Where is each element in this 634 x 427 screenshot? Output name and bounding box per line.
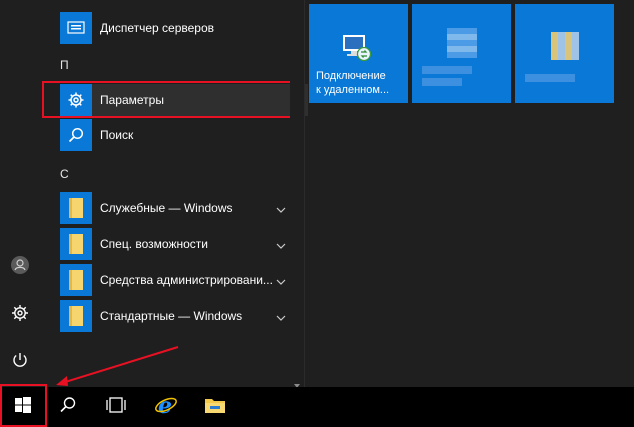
user-icon [10, 255, 30, 280]
file-explorer-button[interactable] [195, 387, 235, 427]
taskbar: e [0, 387, 634, 427]
task-view-icon [105, 396, 127, 418]
folder-icon [60, 264, 92, 296]
task-view-button[interactable] [96, 387, 136, 427]
blurred-app-icon [447, 28, 477, 58]
folder-icon [60, 192, 92, 224]
file-explorer-icon [204, 396, 226, 419]
tile-remote-desktop[interactable]: Подключение к удаленном... [309, 4, 408, 103]
tile-app-2[interactable] [412, 4, 511, 103]
app-label: Диспетчер серверов [100, 21, 215, 35]
app-label: Средства администрировани... [100, 273, 273, 287]
blurred-label [422, 66, 472, 74]
power-button[interactable] [0, 342, 40, 382]
svg-text:e: e [158, 393, 172, 417]
search-icon [59, 396, 77, 419]
chevron-down-icon[interactable] [276, 273, 286, 291]
tile-label: Подключение к удаленном... [316, 70, 390, 96]
app-label: Поиск [100, 128, 134, 142]
search-icon [60, 119, 92, 151]
app-list: Диспетчер серверов П Параметры Поиск С С… [40, 0, 308, 387]
chevron-down-icon[interactable] [276, 237, 286, 255]
settings-icon [11, 304, 29, 327]
app-item-windows-accessories-service[interactable]: Служебные — Windows [60, 192, 292, 224]
blurred-label [525, 74, 575, 82]
tile-app-3[interactable] [515, 4, 614, 103]
server-manager-icon [60, 12, 92, 44]
blurred-label [422, 78, 462, 86]
group-header-p[interactable]: П [60, 58, 69, 72]
internet-explorer-icon: e [154, 393, 178, 422]
blurred-app-icon [551, 32, 579, 60]
user-account-button[interactable] [0, 247, 40, 287]
divider [304, 0, 305, 387]
folder-icon [60, 228, 92, 260]
app-item-accessibility[interactable]: Спец. возможности [60, 228, 292, 260]
app-label: Стандартные — Windows [100, 309, 243, 323]
app-item-admin-tools[interactable]: Средства администрировани... [60, 264, 292, 296]
app-label: Спец. возможности [100, 237, 208, 251]
start-menu-rail [0, 0, 40, 387]
chevron-down-icon[interactable] [276, 201, 286, 219]
taskbar-search-button[interactable] [48, 387, 88, 427]
internet-explorer-button[interactable]: e [146, 387, 186, 427]
app-item-windows-accessories[interactable]: Стандартные — Windows [60, 300, 292, 332]
app-label: Служебные — Windows [100, 201, 233, 215]
chevron-down-icon[interactable] [276, 309, 286, 327]
app-list-scrollbar[interactable] [290, 0, 304, 388]
scrollbar-track[interactable] [293, 0, 301, 372]
group-header-s[interactable]: С [60, 167, 69, 181]
annotation-arrow [56, 346, 179, 386]
highlight-box-start [0, 384, 47, 427]
remote-desktop-icon [342, 34, 372, 67]
power-icon [11, 351, 29, 374]
settings-button[interactable] [0, 295, 40, 335]
highlight-box-settings [42, 81, 292, 118]
folder-icon [60, 300, 92, 332]
